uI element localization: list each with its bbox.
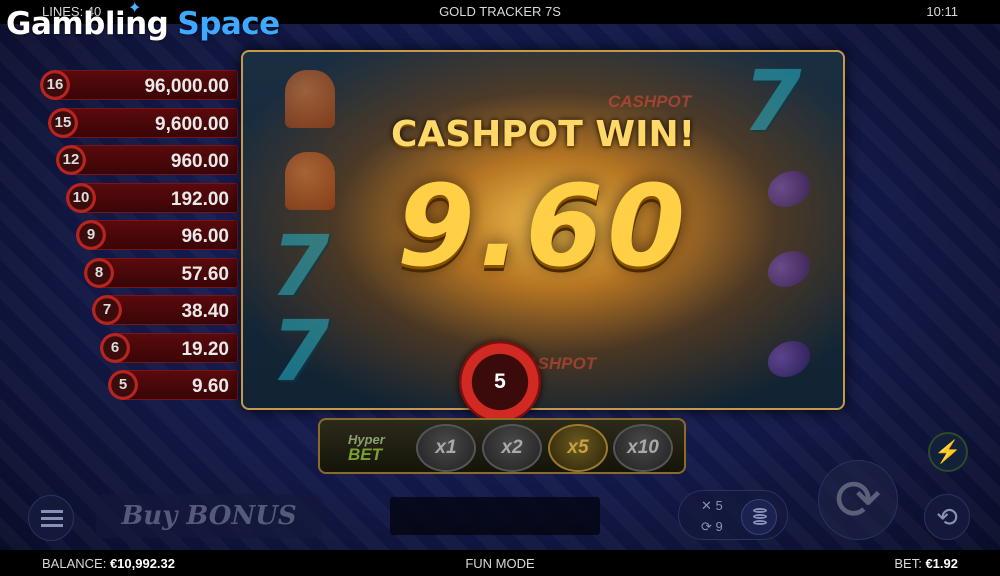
multiplier-x5-button[interactable]: x5 — [548, 424, 608, 472]
bet: BET: €1.92 — [894, 556, 958, 571]
refresh-icon: ⟳ — [834, 468, 882, 531]
ladder-amount: 9,600.00 — [155, 113, 229, 135]
bet-value: €1.92 — [925, 556, 958, 571]
autoplay-count: ⟳ 9 — [701, 519, 723, 534]
coins-icon[interactable] — [741, 499, 777, 535]
clock: 10:11 — [926, 4, 958, 19]
menu-button[interactable] — [28, 495, 74, 541]
brand-logo: Gambling Space ✦ — [6, 0, 280, 42]
win-amount: 9.60 — [396, 162, 690, 292]
ladder-rung: 192.00 — [78, 182, 238, 213]
menu-icon-bar — [41, 524, 63, 527]
ladder-rung: 96.00 — [88, 220, 238, 250]
hyper-bet-label: Hyper BET — [348, 432, 385, 464]
hyper-label-bottom: BET — [348, 445, 382, 464]
ladder-rung: 960.00 — [68, 145, 238, 175]
ladder-rung: 57.60 — [96, 257, 238, 288]
ladder-count-chip: 6 — [100, 332, 130, 363]
ladder-count-chip: 10 — [66, 182, 96, 213]
autoplay-button[interactable]: ⟲ — [924, 494, 970, 540]
ladder-rung: 19.20 — [112, 332, 238, 363]
buy-bonus-button[interactable]: Buy BONUS — [96, 494, 322, 538]
ladder-rung: 96,000.00 — [52, 70, 238, 100]
menu-icon — [41, 510, 63, 513]
multiplier-x1-button[interactable]: x1 — [416, 424, 476, 472]
autoplay-multiplier: ✕ 5 — [701, 498, 723, 513]
hyper-bet-bar: Hyper BET x1 x2 x5 x10 — [318, 418, 686, 474]
ladder-amount: 57.60 — [181, 263, 229, 285]
bet-label: BET: — [894, 556, 922, 571]
game-mode: FUN MODE — [465, 556, 535, 571]
cashpot-symbol: CASHPOT — [608, 92, 692, 111]
ladder-count-chip: 15 — [48, 107, 78, 138]
cashpot-counter-chip: 5 — [459, 341, 541, 423]
ladder-count-chip: 5 — [108, 370, 138, 400]
turbo-button[interactable]: ⚡ — [928, 432, 968, 472]
menu-icon-bar — [41, 517, 63, 520]
ladder-amount: 38.40 — [181, 301, 229, 322]
ladder-amount: 960.00 — [170, 151, 229, 172]
ladder-amount: 96.00 — [181, 226, 229, 247]
brand-word-1: Gambling — [6, 6, 169, 42]
ladder-amount: 192.00 — [170, 188, 229, 210]
ladder-count-chip: 9 — [76, 220, 106, 250]
multiplier-x2-button[interactable]: x2 — [482, 424, 542, 472]
ladder-count-chip: 7 — [92, 295, 122, 325]
brand-word-2: Space — [177, 6, 280, 42]
reels-panel: 7 7 7 CASHPOT CASHPOT CASHPOT WIN! 9.60 — [241, 50, 845, 410]
autoplay-icon: ⟲ — [936, 502, 958, 532]
bolt-icon: ⚡ — [934, 439, 962, 464]
ladder-count-chip: 12 — [56, 145, 86, 175]
message-strip — [390, 497, 600, 535]
spin-button[interactable]: ⟳ — [818, 460, 898, 540]
autoplay-settings[interactable]: ✕ 5 ⟳ 9 — [678, 490, 788, 540]
game-stage: LINES: 40 GOLD TRACKER 7S 10:11 Gambling… — [0, 0, 1000, 576]
seven-symbol: 7 — [271, 302, 330, 400]
ladder-amount: 9.60 — [192, 376, 229, 397]
ladder-rung: 9,600.00 — [60, 107, 238, 138]
ladder-amount: 19.20 — [181, 338, 229, 360]
win-heading: CASHPOT WIN! — [390, 114, 696, 155]
ladder-count-chip: 8 — [84, 257, 114, 288]
ladder-amount: 96,000.00 — [144, 76, 229, 97]
ladder-rung: 38.40 — [104, 295, 238, 325]
sparkle-icon: ✦ — [128, 0, 141, 17]
bottom-bar: BALANCE: €10,992.32 FUN MODE BET: €1.92 — [0, 550, 1000, 576]
plum-symbol — [761, 334, 817, 384]
ladder-count-chip: 16 — [40, 70, 70, 100]
multiplier-x10-button[interactable]: x10 — [613, 424, 673, 472]
